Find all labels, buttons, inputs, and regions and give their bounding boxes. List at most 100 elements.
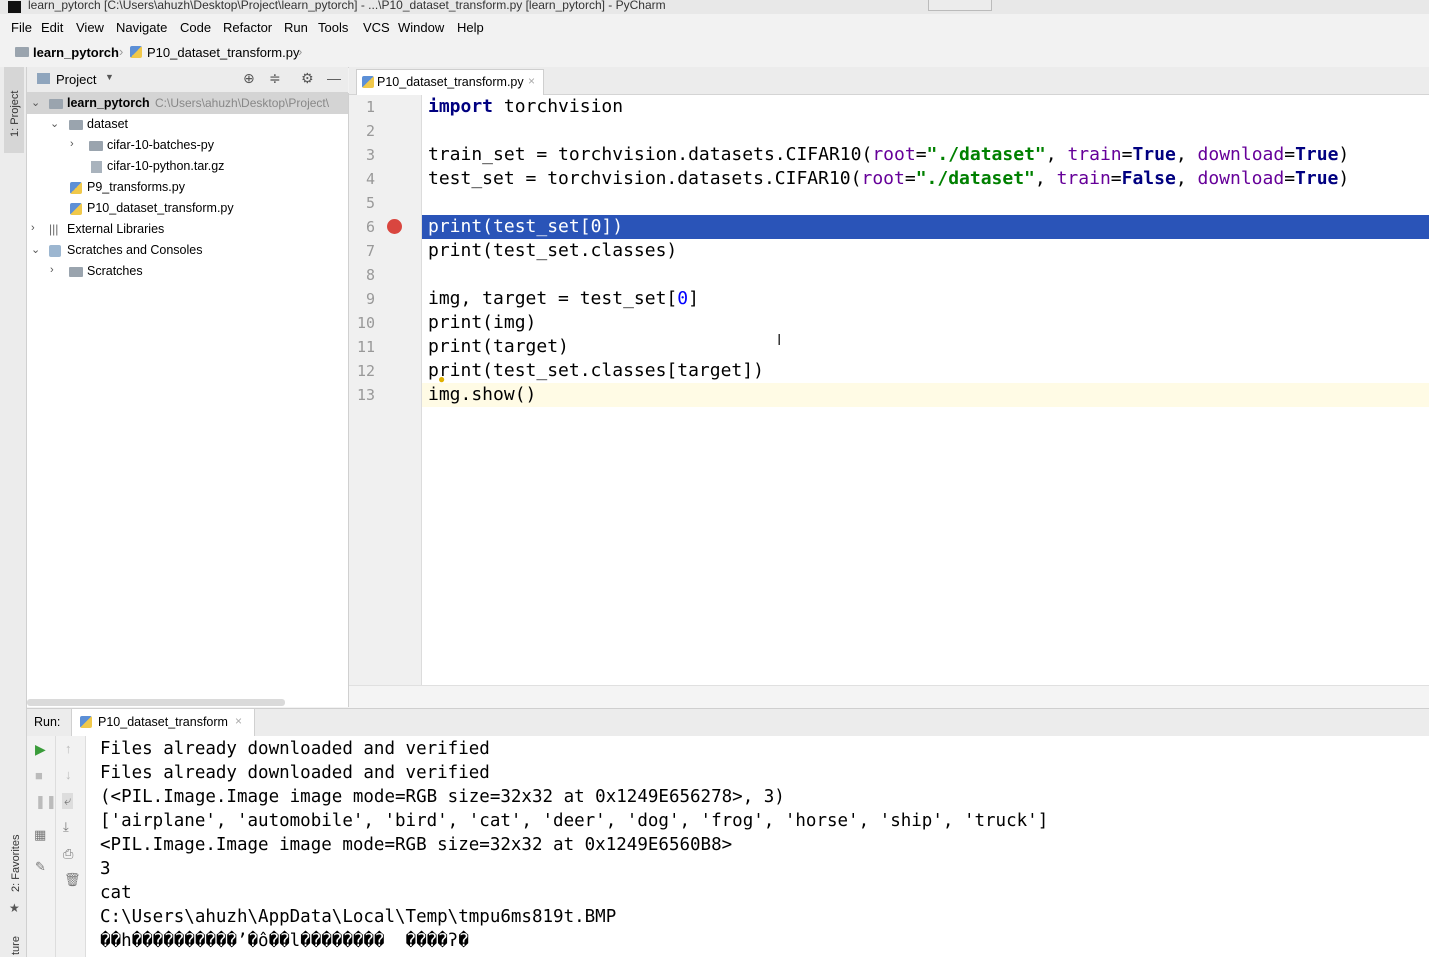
code-token: ] [688,288,699,309]
tree-item-p9[interactable]: P9_transforms.py [27,177,348,198]
lightbulb-icon[interactable]: ● [438,372,445,386]
line-number: 8 [365,266,375,284]
scroll-to-end-icon[interactable]: ⤓ [63,819,69,835]
gear-icon[interactable]: ⚙ [301,70,314,87]
line-number: 9 [365,290,375,308]
breadcrumb-separator-icon: › [298,44,303,59]
run-toolbar-secondary: ↑ ↓ ⤶ ⤓ ⎙ 🗑 [56,736,86,957]
console-line: <PIL.Image.Image image mode=RGB size=32x… [100,835,733,855]
trash-icon[interactable]: 🗑 [64,872,81,888]
menu-run[interactable]: Run [284,20,308,35]
chevron-down-icon[interactable]: ⌄ [31,243,40,256]
close-icon[interactable]: × [235,714,242,728]
chevron-right-icon[interactable]: › [31,222,35,234]
code-token: , [1175,144,1198,165]
menu-help[interactable]: Help [457,20,484,35]
code-line-9: img, target = test_set[0] [428,287,699,311]
menu-navigate[interactable]: Navigate [116,20,167,35]
layout-icon[interactable]: ▦ [34,827,46,843]
code-token: "./dataset" [915,168,1035,189]
breakpoint-icon[interactable] [387,219,402,234]
window-title: learn_pytorch [C:\Users\ahuzh\Desktop\Pr… [28,0,666,12]
breadcrumb-file[interactable]: P10_dataset_transform.py [147,45,299,60]
project-tool-label: 1: Project [9,90,21,137]
project-view-selector[interactable]: Project [56,72,96,87]
breadcrumb-separator-icon: › [119,44,124,59]
tree-item-scratches-consoles[interactable]: ⌄ Scratches and Consoles [27,240,348,261]
tree-item-label: dataset [87,117,129,131]
tree-item-cifar-batches[interactable]: › cifar-10-batches-py [27,135,348,156]
menu-refactor[interactable]: Refactor [223,20,272,35]
chevron-down-icon[interactable]: ⌄ [50,117,59,130]
tree-item-scratches[interactable]: › Scratches [27,261,348,282]
current-line-highlight [422,383,1429,407]
arrow-up-icon[interactable]: ↑ [65,741,72,756]
run-tab[interactable]: P10_dataset_transform × [71,709,255,736]
window-restore-button[interactable] [928,0,992,11]
breadcrumb-project[interactable]: learn_pytorch [33,45,119,60]
code-token: True [1132,144,1176,165]
minimize-icon[interactable]: — [327,70,341,86]
tree-item-label: External Libraries [67,222,165,236]
code-token: "./dataset" [926,144,1046,165]
print-icon[interactable]: ⎙ [63,846,73,862]
chevron-right-icon[interactable]: › [50,264,54,276]
left-tool-strip: 1: Project 2: Favorites ★ ture [0,67,27,957]
console-line: cat [100,883,132,903]
tree-item-label: cifar-10-batches-py [107,138,214,152]
horizontal-scrollbar[interactable] [27,699,285,706]
tree-item-p10[interactable]: P10_dataset_transform.py [27,198,348,219]
close-icon[interactable]: × [528,74,535,88]
favorites-tool-label[interactable]: 2: Favorites [10,835,22,892]
code-token: False [1121,168,1176,189]
menu-window[interactable]: Window [398,20,444,35]
soft-wrap-icon[interactable]: ⤶ [62,793,74,809]
code-line-1: import torchvision [428,95,623,119]
chevron-right-icon[interactable]: › [70,138,74,150]
python-file-icon [70,203,82,215]
stop-icon[interactable]: ■ [35,768,43,783]
menu-edit[interactable]: Edit [41,20,63,35]
pause-icon[interactable]: ❚❚ [35,794,57,810]
chevron-down-icon[interactable]: ▼ [105,72,114,82]
tree-item-label: P10_dataset_transform.py [87,201,234,215]
code-token: ]) [601,216,624,237]
menu-vcs[interactable]: VCS [363,20,390,35]
pycharm-logo-icon [8,1,21,13]
tree-item-cifar-tar[interactable]: cifar-10-python.tar.gz [27,156,348,177]
collapse-all-icon[interactable]: ≑ [269,70,281,87]
code-token: = [1110,168,1122,189]
pin-icon[interactable]: ✎ [35,859,46,875]
code-line-13: img.show() [428,384,537,405]
rerun-icon[interactable]: ▶ [35,741,46,758]
code-token: download [1197,144,1285,165]
editor-tab[interactable]: P10_dataset_transform.py × [356,69,544,95]
tree-root-label: learn_pytorch [67,96,150,110]
tree-item-dataset[interactable]: ⌄ dataset [27,114,348,135]
menu-code[interactable]: Code [180,20,211,35]
locate-icon[interactable]: ⊕ [243,70,255,87]
menu-view[interactable]: View [76,20,104,35]
structure-tool-label[interactable]: ture [10,936,22,955]
code-token: 0 [590,216,602,237]
arrow-down-icon[interactable]: ↓ [65,767,72,782]
line-number: 2 [365,122,375,140]
code-token: train [1056,168,1111,189]
python-file-icon [80,716,92,728]
folder-icon [69,267,83,277]
menu-file[interactable]: File [11,20,32,35]
code-token: = [1284,144,1296,165]
project-tool-tab[interactable]: 1: Project [4,67,24,153]
editor-bottom-strip [349,685,1429,708]
project-panel-header: Project ▼ ⊕ ≑ ⚙ — [27,67,348,93]
folder-icon [69,120,83,130]
tree-item-root[interactable]: ⌄ learn_pytorch C:\Users\ahuzh\Desktop\P… [27,93,348,114]
run-toolbar: ▶ ■ ❚❚ ▦ ✎ [27,736,57,957]
folder-icon [49,99,63,109]
chevron-down-icon[interactable]: ⌄ [31,96,40,109]
python-file-icon [70,182,82,194]
tree-item-external-libraries[interactable]: › ||| External Libraries [27,219,348,240]
menu-tools[interactable]: Tools [318,20,348,35]
project-view-icon [37,73,50,84]
python-file-icon [362,76,374,88]
